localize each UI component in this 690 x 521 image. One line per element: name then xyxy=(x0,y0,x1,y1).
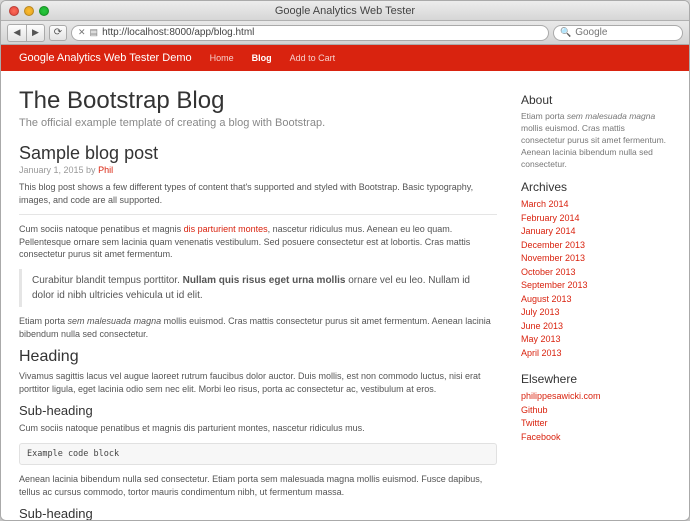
archives-heading: Archives xyxy=(521,180,671,194)
elsewhere-list: philippesawicki.com Github Twitter Faceb… xyxy=(521,390,671,444)
archives-list: March 2014 February 2014 January 2014 De… xyxy=(521,198,671,360)
post-title: Sample blog post xyxy=(19,143,497,164)
nav-home[interactable]: Home xyxy=(210,53,234,63)
post-p2: Etiam porta sem malesuada magna mollis e… xyxy=(19,315,497,340)
nav-blog[interactable]: Blog xyxy=(252,53,272,63)
subheading-1: Sub-heading xyxy=(19,403,497,418)
search-icon: 🔍 xyxy=(560,27,571,38)
heading: Heading xyxy=(19,348,497,366)
post-p1: Cum sociis natoque penatibus et magnis d… xyxy=(19,223,497,261)
archive-link[interactable]: July 2013 xyxy=(521,307,560,317)
archive-link[interactable]: June 2013 xyxy=(521,321,563,331)
code-block: Example code block xyxy=(19,443,497,465)
elsewhere-link[interactable]: philippesawicki.com xyxy=(521,391,601,401)
archive-link[interactable]: March 2014 xyxy=(521,199,569,209)
archive-link[interactable]: November 2013 xyxy=(521,253,585,263)
elsewhere-heading: Elsewhere xyxy=(521,372,671,386)
site-navbar: Google Analytics Web Tester Demo Home Bl… xyxy=(1,45,689,71)
post-author-link[interactable]: Phil xyxy=(98,165,113,175)
inline-link[interactable]: dis parturient montes xyxy=(184,224,268,234)
search-input[interactable] xyxy=(575,27,690,38)
blog-title: The Bootstrap Blog xyxy=(19,87,497,115)
url-bar[interactable]: ✕ ▤ xyxy=(71,25,549,41)
browser-toolbar: ◀ ▶ ⟳ ✕ ▤ 🔍 xyxy=(1,21,689,45)
elsewhere-link[interactable]: Twitter xyxy=(521,418,548,428)
post-meta: January 1, 2015 by Phil xyxy=(19,165,497,175)
brand[interactable]: Google Analytics Web Tester Demo xyxy=(19,52,192,64)
archive-link[interactable]: January 2014 xyxy=(521,226,576,236)
blockquote: Curabitur blandit tempus porttitor. Null… xyxy=(19,269,497,307)
post-p5: Aenean lacinia bibendum nulla sed consec… xyxy=(19,473,497,498)
post-p3: Vivamus sagittis lacus vel augue laoreet… xyxy=(19,370,497,395)
title-bar: Google Analytics Web Tester xyxy=(1,1,689,21)
separator xyxy=(19,214,497,215)
archive-link[interactable]: September 2013 xyxy=(521,280,588,290)
subheading-2: Sub-heading xyxy=(19,506,497,520)
url-input[interactable] xyxy=(102,27,542,38)
about-text: Etiam porta sem malesuada magna mollis e… xyxy=(521,111,671,170)
archive-link[interactable]: December 2013 xyxy=(521,240,585,250)
reload-button[interactable]: ⟳ xyxy=(49,25,67,41)
page-icon: ✕ xyxy=(78,27,86,38)
minimize-icon[interactable] xyxy=(24,6,34,16)
elsewhere-link[interactable]: Facebook xyxy=(521,432,561,442)
archive-link[interactable]: April 2013 xyxy=(521,348,562,358)
viewport: Google Analytics Web Tester Demo Home Bl… xyxy=(1,45,689,520)
forward-button[interactable]: ▶ xyxy=(26,25,44,41)
window-title: Google Analytics Web Tester xyxy=(1,5,689,17)
about-heading: About xyxy=(521,93,671,107)
back-button[interactable]: ◀ xyxy=(8,25,26,41)
search-bar[interactable]: 🔍 xyxy=(553,25,683,41)
archive-link[interactable]: October 2013 xyxy=(521,267,576,277)
post-intro: This blog post shows a few different typ… xyxy=(19,181,497,206)
archive-link[interactable]: May 2013 xyxy=(521,334,561,344)
scroll-area[interactable]: Google Analytics Web Tester Demo Home Bl… xyxy=(1,45,689,520)
post-p4: Cum sociis natoque penatibus et magnis d… xyxy=(19,422,497,435)
maximize-icon[interactable] xyxy=(39,6,49,16)
nav-cart[interactable]: Add to Cart xyxy=(290,53,336,63)
archive-link[interactable]: August 2013 xyxy=(521,294,572,304)
post-date: January 1, 2015 by xyxy=(19,165,98,175)
archive-link[interactable]: February 2014 xyxy=(521,213,580,223)
browser-window: Google Analytics Web Tester ◀ ▶ ⟳ ✕ ▤ 🔍 … xyxy=(0,0,690,521)
sidebar: About Etiam porta sem malesuada magna mo… xyxy=(521,93,671,520)
close-icon[interactable] xyxy=(9,6,19,16)
elsewhere-link[interactable]: Github xyxy=(521,405,548,415)
nav-buttons: ◀ ▶ xyxy=(7,24,45,42)
favicon-icon: ▤ xyxy=(90,27,99,38)
traffic-lights xyxy=(1,6,49,16)
blog-subtitle: The official example template of creatin… xyxy=(19,117,497,129)
main-column: The Bootstrap Blog The official example … xyxy=(19,87,497,520)
